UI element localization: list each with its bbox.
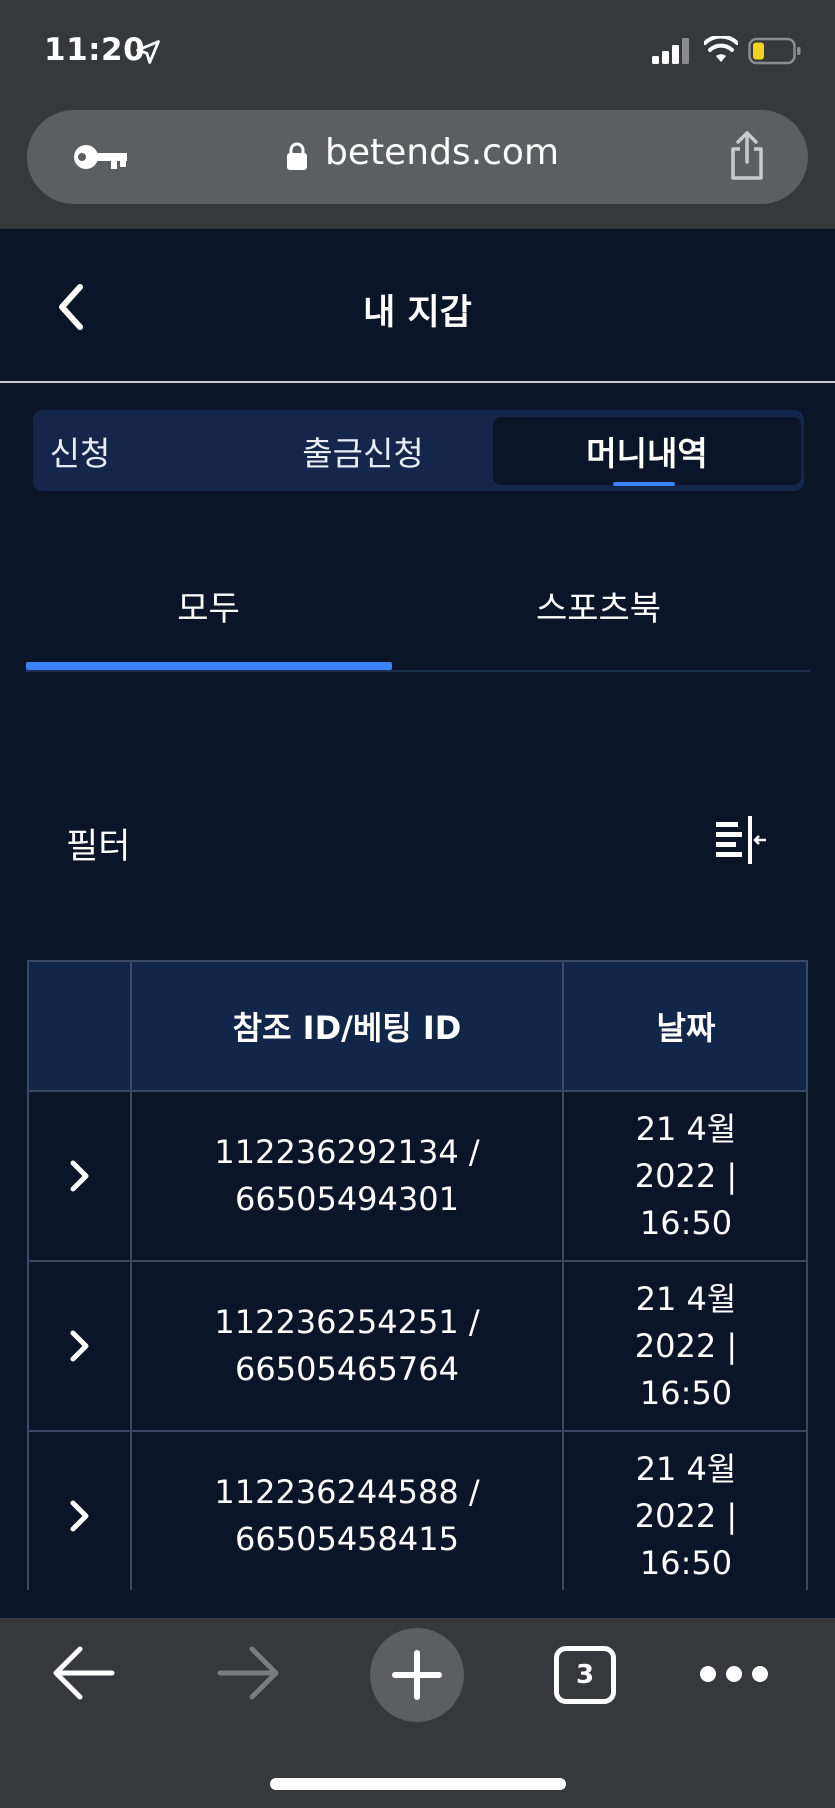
more-options-icon[interactable] xyxy=(698,1662,770,1686)
chevron-right-icon xyxy=(70,1160,88,1192)
date-cell: 21 4월 2022 | 16:50 xyxy=(564,1092,808,1260)
date-day-month: 21 4월 xyxy=(635,1109,737,1148)
status-bar: 11:20 xyxy=(0,0,835,100)
cellular-signal-icon xyxy=(652,38,689,64)
tabs-count-button[interactable]: 3 xyxy=(554,1646,616,1704)
ref-bet-id-cell: 112236244588 / 66505458415 xyxy=(132,1432,564,1590)
bet-id: 66505465764 xyxy=(235,1350,459,1388)
table-row[interactable]: 112236292134 / 66505494301 21 4월 2022 | … xyxy=(27,1092,808,1262)
lock-icon xyxy=(287,142,307,170)
tab-money-history[interactable]: 머니내역 xyxy=(493,417,801,485)
table-row[interactable]: 112236254251 / 66505465764 21 4월 2022 | … xyxy=(27,1262,808,1432)
date-time: 16:50 xyxy=(639,1543,733,1582)
bet-id: 66505458415 xyxy=(235,1520,459,1558)
ref-bet-id-cell: 112236292134 / 66505494301 xyxy=(132,1092,564,1260)
tab-sportsbook[interactable]: 스포츠북 xyxy=(416,570,781,640)
date-time: 16:50 xyxy=(639,1203,733,1242)
filter-label[interactable]: 필터 xyxy=(66,818,130,869)
header-expand-column xyxy=(29,962,132,1090)
date-year: 2022 | xyxy=(634,1496,738,1535)
address-bar[interactable]: betends.com xyxy=(27,110,808,204)
share-icon[interactable] xyxy=(727,130,767,182)
table-header: 참조 ID/베팅 ID 날짜 xyxy=(27,960,808,1092)
expand-row-button[interactable] xyxy=(29,1092,132,1260)
location-arrow-icon xyxy=(136,40,160,64)
tab-deposit-request[interactable]: 신청 xyxy=(33,410,195,491)
money-history-table: 참조 ID/베팅 ID 날짜 112236292134 / 6650549430… xyxy=(27,960,808,1590)
browser-toolbar: 3 xyxy=(0,1618,835,1808)
status-time: 11:20 xyxy=(44,32,146,68)
battery-low-icon xyxy=(748,37,801,65)
date-cell: 21 4월 2022 | 16:50 xyxy=(564,1262,808,1430)
tab-withdraw-request[interactable]: 출금신청 xyxy=(248,410,478,491)
expand-row-button[interactable] xyxy=(29,1432,132,1590)
chevron-right-icon xyxy=(70,1500,88,1532)
new-tab-button[interactable] xyxy=(370,1628,464,1722)
ref-id: 112236244588 / xyxy=(214,1473,480,1511)
ref-bet-id-cell: 112236254251 / 66505465764 xyxy=(132,1262,564,1430)
history-filter-tabs: 모두 스포츠북 xyxy=(26,560,810,672)
header-ref-bet-id: 참조 ID/베팅 ID xyxy=(132,962,564,1090)
wifi-icon xyxy=(704,36,738,62)
header-date: 날짜 xyxy=(656,1009,716,1047)
browser-back-arrow-icon[interactable] xyxy=(50,1642,116,1704)
date-day-month: 21 4월 xyxy=(635,1279,737,1318)
password-key-icon[interactable] xyxy=(71,142,129,172)
chevron-right-icon xyxy=(70,1330,88,1362)
date-year: 2022 | xyxy=(634,1326,738,1365)
browser-forward-arrow-icon[interactable] xyxy=(216,1642,282,1704)
active-subtab-indicator xyxy=(26,662,392,670)
app-header: 내 지갑 xyxy=(0,229,835,383)
browser-top-chrome: 11:20 betends.com xyxy=(0,0,835,229)
date-time: 16:50 xyxy=(639,1373,733,1412)
date-day-month: 21 4월 xyxy=(635,1449,737,1488)
date-cell: 21 4월 2022 | 16:50 xyxy=(564,1432,808,1590)
filter-toggle-icon[interactable] xyxy=(714,816,768,866)
tab-all[interactable]: 모두 xyxy=(26,570,391,640)
table-row[interactable]: 112236244588 / 66505458415 21 4월 2022 | … xyxy=(27,1432,808,1590)
ref-id: 112236254251 / xyxy=(214,1303,480,1341)
wallet-tabs: 신청 출금신청 머니내역 xyxy=(33,410,804,491)
plus-icon xyxy=(392,1650,442,1700)
active-tab-indicator xyxy=(613,482,675,486)
url-text[interactable]: betends.com xyxy=(325,132,559,173)
ref-id: 112236292134 / xyxy=(214,1133,480,1171)
expand-row-button[interactable] xyxy=(29,1262,132,1430)
bet-id: 66505494301 xyxy=(235,1180,459,1218)
home-indicator[interactable] xyxy=(270,1778,566,1790)
page-title: 내 지갑 xyxy=(363,293,472,333)
date-year: 2022 | xyxy=(634,1156,738,1195)
